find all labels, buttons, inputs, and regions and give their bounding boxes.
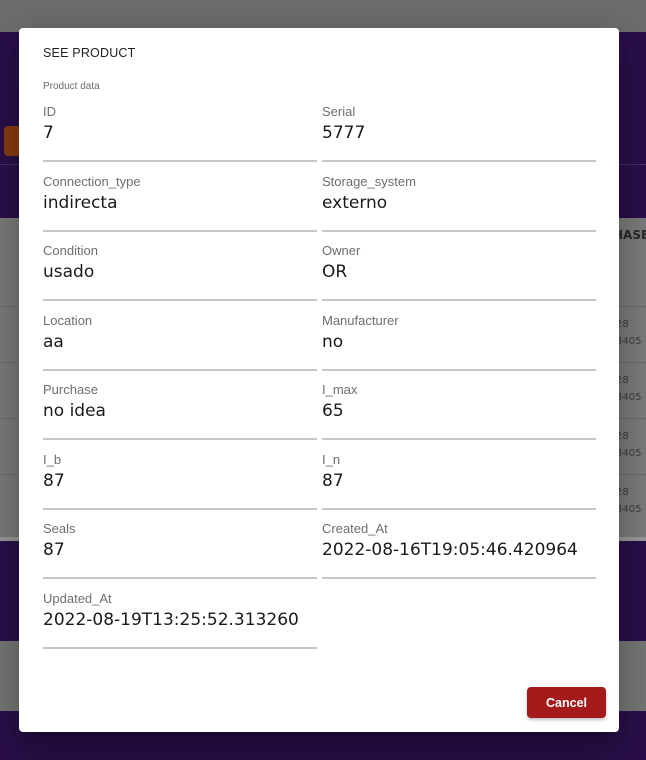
condition-field[interactable]: Condition usado [43,243,317,301]
table-cell: 28 3405 [616,428,641,462]
field-label: ID [43,104,56,119]
field-label: Created_At [322,521,388,536]
table-cell-line: 3405 [616,448,642,459]
dialog-title: SEE PRODUCT [43,46,136,60]
seals-field[interactable]: Seals 87 [43,521,317,579]
field-value: 2022-08-19T13:25:52.313260 [43,610,299,630]
field-value: 87 [43,540,65,560]
serial-field[interactable]: Serial 5777 [322,104,596,162]
table-cell-line: 28 [616,319,629,330]
table-cell-line: 28 [616,487,629,498]
created-at-field[interactable]: Created_At 2022-08-16T19:05:46.420964 [322,521,596,579]
id-field[interactable]: ID 7 [43,104,317,162]
i-max-field[interactable]: I_max 65 [322,382,596,440]
owner-field[interactable]: Owner OR [322,243,596,301]
field-value: 5777 [322,123,366,143]
table-cell-line: 28 [616,431,629,442]
field-value: externo [322,193,388,213]
table-cell-line: 3405 [616,504,642,515]
field-label: Connection_type [43,174,141,189]
see-product-dialog: SEE PRODUCT Product data ID 7 Serial 577… [19,28,619,732]
table-cell-line: 3405 [616,336,642,347]
field-value: no idea [43,401,106,421]
field-label: Seals [43,521,76,536]
field-label: Condition [43,243,98,258]
cancel-button[interactable]: Cancel [527,687,606,718]
field-value: 7 [43,123,54,143]
purchase-field[interactable]: Purchase no idea [43,382,317,440]
field-label: Serial [322,104,356,119]
field-label: I_b [43,452,62,467]
manufacturer-field[interactable]: Manufacturer no [322,313,596,371]
field-label: Owner [322,243,361,258]
field-label: Purchase [43,382,98,397]
section-label: Product data [43,81,100,92]
field-label: Storage_system [322,174,416,189]
field-value: 87 [43,471,65,491]
field-value: no [322,332,344,352]
field-label: Manufacturer [322,313,399,328]
table-cell: 28 3405 [616,372,641,406]
field-label: Updated_At [43,591,112,606]
field-value: 87 [322,471,344,491]
connection-type-field[interactable]: Connection_type indirecta [43,174,317,232]
table-cell-line: 3405 [616,392,642,403]
field-value: 65 [322,401,344,421]
field-label: I_n [322,452,341,467]
table-cell-line: 28 [616,375,629,386]
field-value: indirecta [43,193,118,213]
table-cell: 28 3405 [616,316,641,350]
field-value: OR [322,262,348,282]
field-label: I_max [322,382,358,397]
i-b-field[interactable]: I_b 87 [43,452,317,510]
updated-at-field[interactable]: Updated_At 2022-08-19T13:25:52.313260 [43,591,317,649]
field-value: usado [43,262,95,282]
i-n-field[interactable]: I_n 87 [322,452,596,510]
location-field[interactable]: Location aa [43,313,317,371]
field-value: 2022-08-16T19:05:46.420964 [322,540,578,560]
storage-system-field[interactable]: Storage_system externo [322,174,596,232]
field-label: Location [43,313,93,328]
table-cell: 28 3405 [616,484,641,518]
field-value: aa [43,332,64,352]
